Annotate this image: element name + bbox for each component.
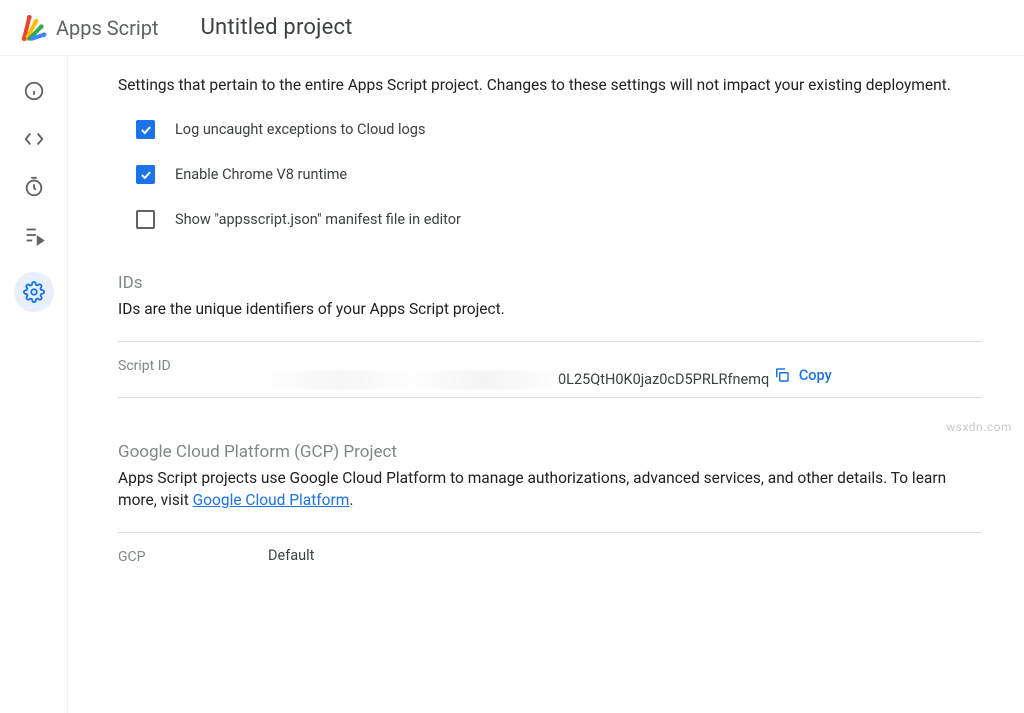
copy-label: Copy	[799, 367, 832, 384]
header: Apps Script Untitled project	[0, 0, 1024, 56]
script-id-label: Script ID	[118, 356, 268, 374]
overview-icon[interactable]	[23, 80, 45, 102]
copy-button[interactable]: Copy	[773, 366, 832, 384]
checkbox-icon[interactable]	[136, 120, 155, 139]
copy-icon	[773, 366, 791, 384]
settings-description: Settings that pertain to the entire Apps…	[118, 74, 982, 96]
project-title[interactable]: Untitled project	[201, 15, 353, 40]
apps-script-logo-icon	[16, 12, 48, 44]
gcp-label: GCP	[118, 547, 268, 565]
checkbox-manifest[interactable]: Show "appsscript.json" manifest file in …	[118, 210, 982, 229]
checkbox-v8-runtime[interactable]: Enable Chrome V8 runtime	[118, 165, 982, 184]
script-id-value: 0L25QtH0K0jaz0cD5PRLRfnemq Copy	[268, 356, 982, 389]
checkbox-label: Log uncaught exceptions to Cloud logs	[175, 121, 425, 138]
watermark: wsxdn.com	[946, 420, 1012, 434]
gcp-desc-post: .	[349, 491, 353, 509]
ids-description: IDs are the unique identifiers of your A…	[118, 299, 982, 321]
checkbox-icon[interactable]	[136, 210, 155, 229]
content: Settings that pertain to the entire Apps…	[68, 56, 1024, 713]
checkbox-icon[interactable]	[136, 165, 155, 184]
script-id-row: Script ID 0L25QtH0K0jaz0cD5PRLRfnemq Cop…	[118, 342, 982, 397]
script-id-visible-part: 0L25QtH0K0jaz0cD5PRLRfnemq	[558, 371, 769, 388]
checkbox-log-exceptions[interactable]: Log uncaught exceptions to Cloud logs	[118, 120, 982, 139]
gcp-value: Default	[268, 547, 982, 564]
triggers-icon[interactable]	[23, 176, 45, 198]
gcp-description: Apps Script projects use Google Cloud Pl…	[118, 468, 982, 511]
sidebar	[0, 56, 68, 713]
ids-heading: IDs	[118, 273, 982, 293]
script-id-redacted	[268, 371, 558, 389]
checkbox-label: Show "appsscript.json" manifest file in …	[175, 211, 461, 228]
logo-text: Apps Script	[56, 16, 159, 40]
editor-icon[interactable]	[23, 128, 45, 150]
executions-icon[interactable]	[23, 224, 45, 246]
gcp-row: GCP Default	[118, 533, 982, 573]
logo: Apps Script	[16, 12, 159, 44]
settings-icon[interactable]	[14, 272, 54, 312]
gcp-heading: Google Cloud Platform (GCP) Project	[118, 442, 982, 462]
checkbox-label: Enable Chrome V8 runtime	[175, 166, 347, 183]
gcp-link[interactable]: Google Cloud Platform	[193, 491, 350, 509]
divider	[118, 397, 982, 398]
